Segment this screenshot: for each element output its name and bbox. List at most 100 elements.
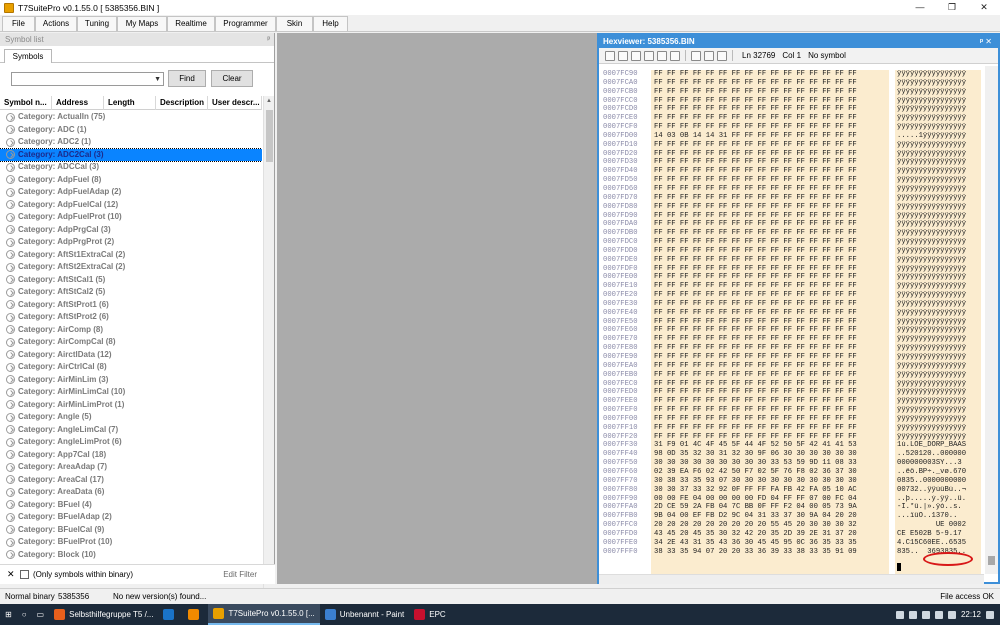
menu-realtime[interactable]: Realtime	[167, 16, 215, 31]
ascii-column[interactable]: ÿÿÿÿÿÿÿÿÿÿÿÿÿÿÿÿ ÿÿÿÿÿÿÿÿÿÿÿÿÿÿÿÿ ÿÿÿÿÿÿÿÿ…	[895, 70, 981, 574]
taskbar-item-active[interactable]: T7SuitePro v0.1.55.0 [...	[208, 604, 320, 625]
expand-icon[interactable]	[6, 137, 15, 147]
notification-icon[interactable]	[986, 610, 994, 619]
pin-icon[interactable]: ᵖ	[267, 33, 270, 46]
hexviewer-vertical-scrollbar[interactable]	[985, 66, 998, 574]
cut-icon[interactable]	[691, 50, 701, 61]
list-item[interactable]: Category: AirctlData (12)	[0, 349, 262, 362]
list-item[interactable]: Category: AdpPrgProt (2)	[0, 236, 262, 249]
list-item[interactable]: Category: AdpFuelAdap (2)	[0, 186, 262, 199]
list-item[interactable]: Category: AngleLimCal (7)	[0, 424, 262, 437]
tray-icon[interactable]	[908, 610, 917, 619]
list-item[interactable]: Category: Block (10)	[0, 549, 262, 562]
expand-icon[interactable]	[6, 525, 15, 535]
copy-icon[interactable]	[704, 50, 714, 61]
tray-icon[interactable]	[921, 610, 930, 619]
network-icon[interactable]	[934, 610, 943, 619]
list-item[interactable]: Category: AftStCal1 (5)	[0, 274, 262, 287]
expand-icon[interactable]	[6, 275, 15, 285]
save-icon[interactable]	[657, 50, 667, 61]
expand-icon[interactable]	[6, 362, 15, 372]
expand-icon[interactable]	[6, 250, 15, 260]
menu-programmer[interactable]: Programmer	[215, 16, 276, 31]
minimize-button[interactable]: —	[905, 0, 935, 15]
menu-help[interactable]: Help	[313, 16, 348, 31]
expand-icon[interactable]	[6, 125, 15, 135]
expand-icon[interactable]	[6, 375, 15, 385]
expand-icon[interactable]	[6, 425, 15, 435]
list-item[interactable]: Category: AdpFuelProt (10)	[0, 211, 262, 224]
list-item[interactable]: Category: ADCCal (3)	[0, 161, 262, 174]
expand-icon[interactable]	[6, 287, 15, 297]
menu-file[interactable]: File	[2, 16, 35, 31]
list-item[interactable]: Category: ADC2Cal (3)	[0, 147, 262, 162]
volume-icon[interactable]	[947, 610, 956, 619]
hexviewer-close-icon[interactable]: ᵖ ✕	[980, 35, 992, 48]
menu-my-maps[interactable]: My Maps	[117, 16, 167, 31]
start-button[interactable]: ⊞	[0, 604, 17, 625]
expand-icon[interactable]	[6, 262, 15, 272]
open-icon[interactable]	[618, 50, 628, 61]
menu-tuning[interactable]: Tuning	[77, 16, 117, 31]
menu-skin[interactable]: Skin	[276, 16, 313, 31]
close-button[interactable]: ✕	[969, 0, 999, 15]
close-filter-icon[interactable]: ✕	[7, 569, 15, 580]
column-symbol-name[interactable]: Symbol n...	[0, 96, 52, 110]
outlook-icon[interactable]	[158, 604, 183, 625]
list-item[interactable]: Category: BFuel (4)	[0, 499, 262, 512]
expand-icon[interactable]	[6, 412, 15, 422]
list-item[interactable]: Category: AftSt2ExtraCal (2)	[0, 261, 262, 274]
list-item[interactable]: Category: AngleLimProt (6)	[0, 436, 262, 449]
expand-icon[interactable]	[6, 237, 15, 247]
paste-icon[interactable]	[717, 50, 727, 61]
list-item[interactable]: Category: AirMinLim (3)	[0, 374, 262, 387]
list-item[interactable]: Category: BFuelProt (10)	[0, 536, 262, 549]
clear-button[interactable]: Clear	[211, 70, 253, 87]
expand-icon[interactable]	[6, 350, 15, 360]
list-item[interactable]: Category: ADC2 (1)	[0, 136, 262, 149]
list-item[interactable]: Category: AdpFuelCal (12)	[0, 199, 262, 212]
column-description[interactable]: Description	[156, 96, 208, 110]
column-length[interactable]: Length	[104, 96, 156, 110]
expand-icon[interactable]	[6, 437, 15, 447]
expand-icon[interactable]	[6, 450, 15, 460]
maximize-button[interactable]: ❐	[937, 0, 967, 15]
list-item[interactable]: Category: AftStProt2 (6)	[0, 311, 262, 324]
list-item[interactable]: Category: AirMinLimProt (1)	[0, 399, 262, 412]
list-item[interactable]: Category: AftStProt1 (6)	[0, 299, 262, 312]
menu-actions[interactable]: Actions	[35, 16, 77, 31]
expand-icon[interactable]	[6, 487, 15, 497]
hex-content[interactable]: 0007FC90 0007FCA0 0007FCB0 0007FCC0 0007FCD0…	[599, 66, 984, 574]
print-icon[interactable]	[670, 50, 680, 61]
list-item[interactable]: Category: AreaAdap (7)	[0, 461, 262, 474]
expand-icon[interactable]	[6, 400, 15, 410]
expand-icon[interactable]	[6, 312, 15, 322]
expand-icon[interactable]	[6, 187, 15, 197]
search-combo[interactable]: ▼	[11, 72, 164, 86]
tab-symbols[interactable]: Symbols	[4, 49, 52, 63]
taskbar-item[interactable]: Selbsthilfegruppe T5 /...	[49, 604, 158, 625]
only-symbols-checkbox[interactable]	[20, 570, 29, 579]
edit-filter-link[interactable]: Edit Filter	[223, 570, 257, 579]
list-item[interactable]: Category: Angle (5)	[0, 411, 262, 424]
vlc-icon[interactable]	[183, 604, 208, 625]
expand-icon[interactable]	[6, 225, 15, 235]
clock[interactable]: 22:12	[961, 610, 981, 619]
expand-icon[interactable]	[6, 300, 15, 310]
list-item[interactable]: Category: AirCompCal (8)	[0, 336, 262, 349]
new-icon[interactable]	[605, 50, 615, 61]
list-item[interactable]: Category: AirComp (8)	[0, 324, 262, 337]
expand-icon[interactable]	[6, 475, 15, 485]
expand-icon[interactable]	[6, 325, 15, 335]
expand-icon[interactable]	[6, 387, 15, 397]
expand-icon[interactable]	[6, 550, 15, 560]
expand-icon[interactable]	[6, 150, 15, 160]
hexviewer-horizontal-scrollbar[interactable]	[599, 574, 984, 584]
list-item[interactable]: Category: ADC (1)	[0, 124, 262, 137]
column-user-description[interactable]: User descr...	[208, 96, 262, 110]
search-icon[interactable]: ○	[17, 604, 32, 625]
expand-icon[interactable]	[6, 500, 15, 510]
task-view-icon[interactable]: ▭	[32, 604, 50, 625]
taskbar-item[interactable]: Unbenannt - Paint	[320, 604, 410, 625]
expand-icon[interactable]	[6, 462, 15, 472]
